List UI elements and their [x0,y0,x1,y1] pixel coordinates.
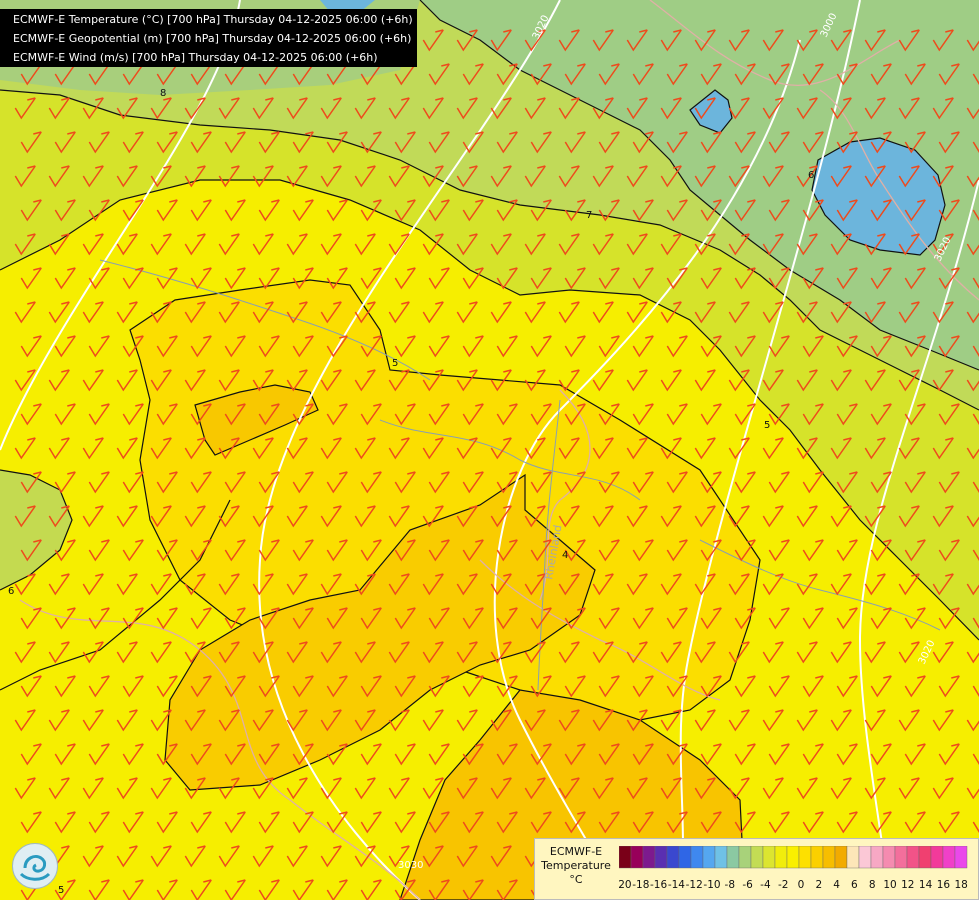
legend-variable: Temperature [541,859,611,872]
temperature-legend: ECMWF-E Temperature °C -20-18-16-14-12-1… [534,838,979,900]
temp-label-6b: 6 [8,586,14,597]
legend-tick-label: 16 [937,879,951,891]
weather-map: 8 7 6 6 5 5 4 5 3020 3000 3020 3020 3030… [0,0,979,900]
legend-unit: °C [569,873,583,886]
legend-tick-label: -6 [742,879,753,891]
legend-tick-label: -16 [650,879,667,891]
geo-label-5: 3030 [398,860,423,871]
legend-model: ECMWF-E [549,845,603,858]
legend-tick-label: 8 [869,879,876,891]
legend-swatch [918,846,932,869]
temp-label-5a: 5 [392,358,398,369]
legend-tick-label: -8 [725,879,735,891]
legend-swatch [954,846,968,869]
legend-tick-label: 6 [851,879,858,891]
map-title-box: ECMWF-E Temperature (°C) [700 hPa] Thurs… [0,9,417,67]
legend-tick-label: 14 [919,879,933,891]
legend-tick-label: -2 [778,879,788,891]
legend-tick-label: 10 [883,879,896,891]
legend-swatch [846,846,860,869]
legend-swatch [930,846,944,869]
legend-swatch [810,846,824,869]
legend-tick-label: -18 [632,879,649,891]
legend-swatch [726,846,740,869]
legend-swatch [906,846,920,869]
temp-label-5b: 5 [764,420,770,431]
legend-swatch [619,846,632,869]
legend-tick-label: 0 [798,879,805,891]
legend-swatch [702,846,716,869]
title-temperature: ECMWF-E Temperature (°C) [700 hPa] Thurs… [13,13,413,26]
legend-swatch [678,846,692,869]
legend-tick-label: -20 [619,879,632,891]
legend-swatch [822,846,836,869]
legend-tick-label: 4 [833,879,840,891]
temp-label-6a: 6 [808,170,814,181]
legend-swatch [738,846,752,869]
legend-title: ECMWF-E Temperature °C [535,845,617,887]
legend-swatch [654,846,668,869]
legend-swatch [942,846,956,869]
title-wind: ECMWF-E Wind (m/s) [700 hPa] Thursday 04… [13,51,378,64]
temp-label-5c: 5 [58,885,64,896]
legend-swatch [642,846,656,869]
legend-swatch [882,846,896,869]
legend-ticks: -20-18-16-14-12-10-8-6-4-202468101214161… [619,879,968,891]
legend-swatch [834,846,848,869]
temp-label-4: 4 [562,550,568,561]
legend-swatch [690,846,704,869]
legend-swatch [798,846,812,869]
legend-swatch [894,846,908,869]
legend-swatch [858,846,872,869]
legend-swatch [762,846,776,869]
ecmwf-logo [12,843,58,889]
legend-tick-label: -12 [686,879,703,891]
legend-tick-label: -4 [760,879,771,891]
temp-label-7: 7 [586,210,592,221]
legend-swatch [714,846,728,869]
legend-tick-label: -14 [668,879,685,891]
legend-colorbar [619,846,968,869]
title-geopotential: ECMWF-E Geopotential (m) [700 hPa] Thurs… [13,32,412,45]
legend-tick-label: 2 [815,879,822,891]
legend-tick-label: -10 [703,879,720,891]
legend-swatch [870,846,884,869]
legend-swatch [786,846,800,869]
legend-swatch [666,846,680,869]
legend-swatch [774,846,788,869]
legend-swatch [750,846,764,869]
legend-tick-label: 18 [955,879,968,891]
legend-tick-label: 12 [901,879,914,891]
legend-swatch [630,846,644,869]
temp-label-8: 8 [160,88,166,99]
